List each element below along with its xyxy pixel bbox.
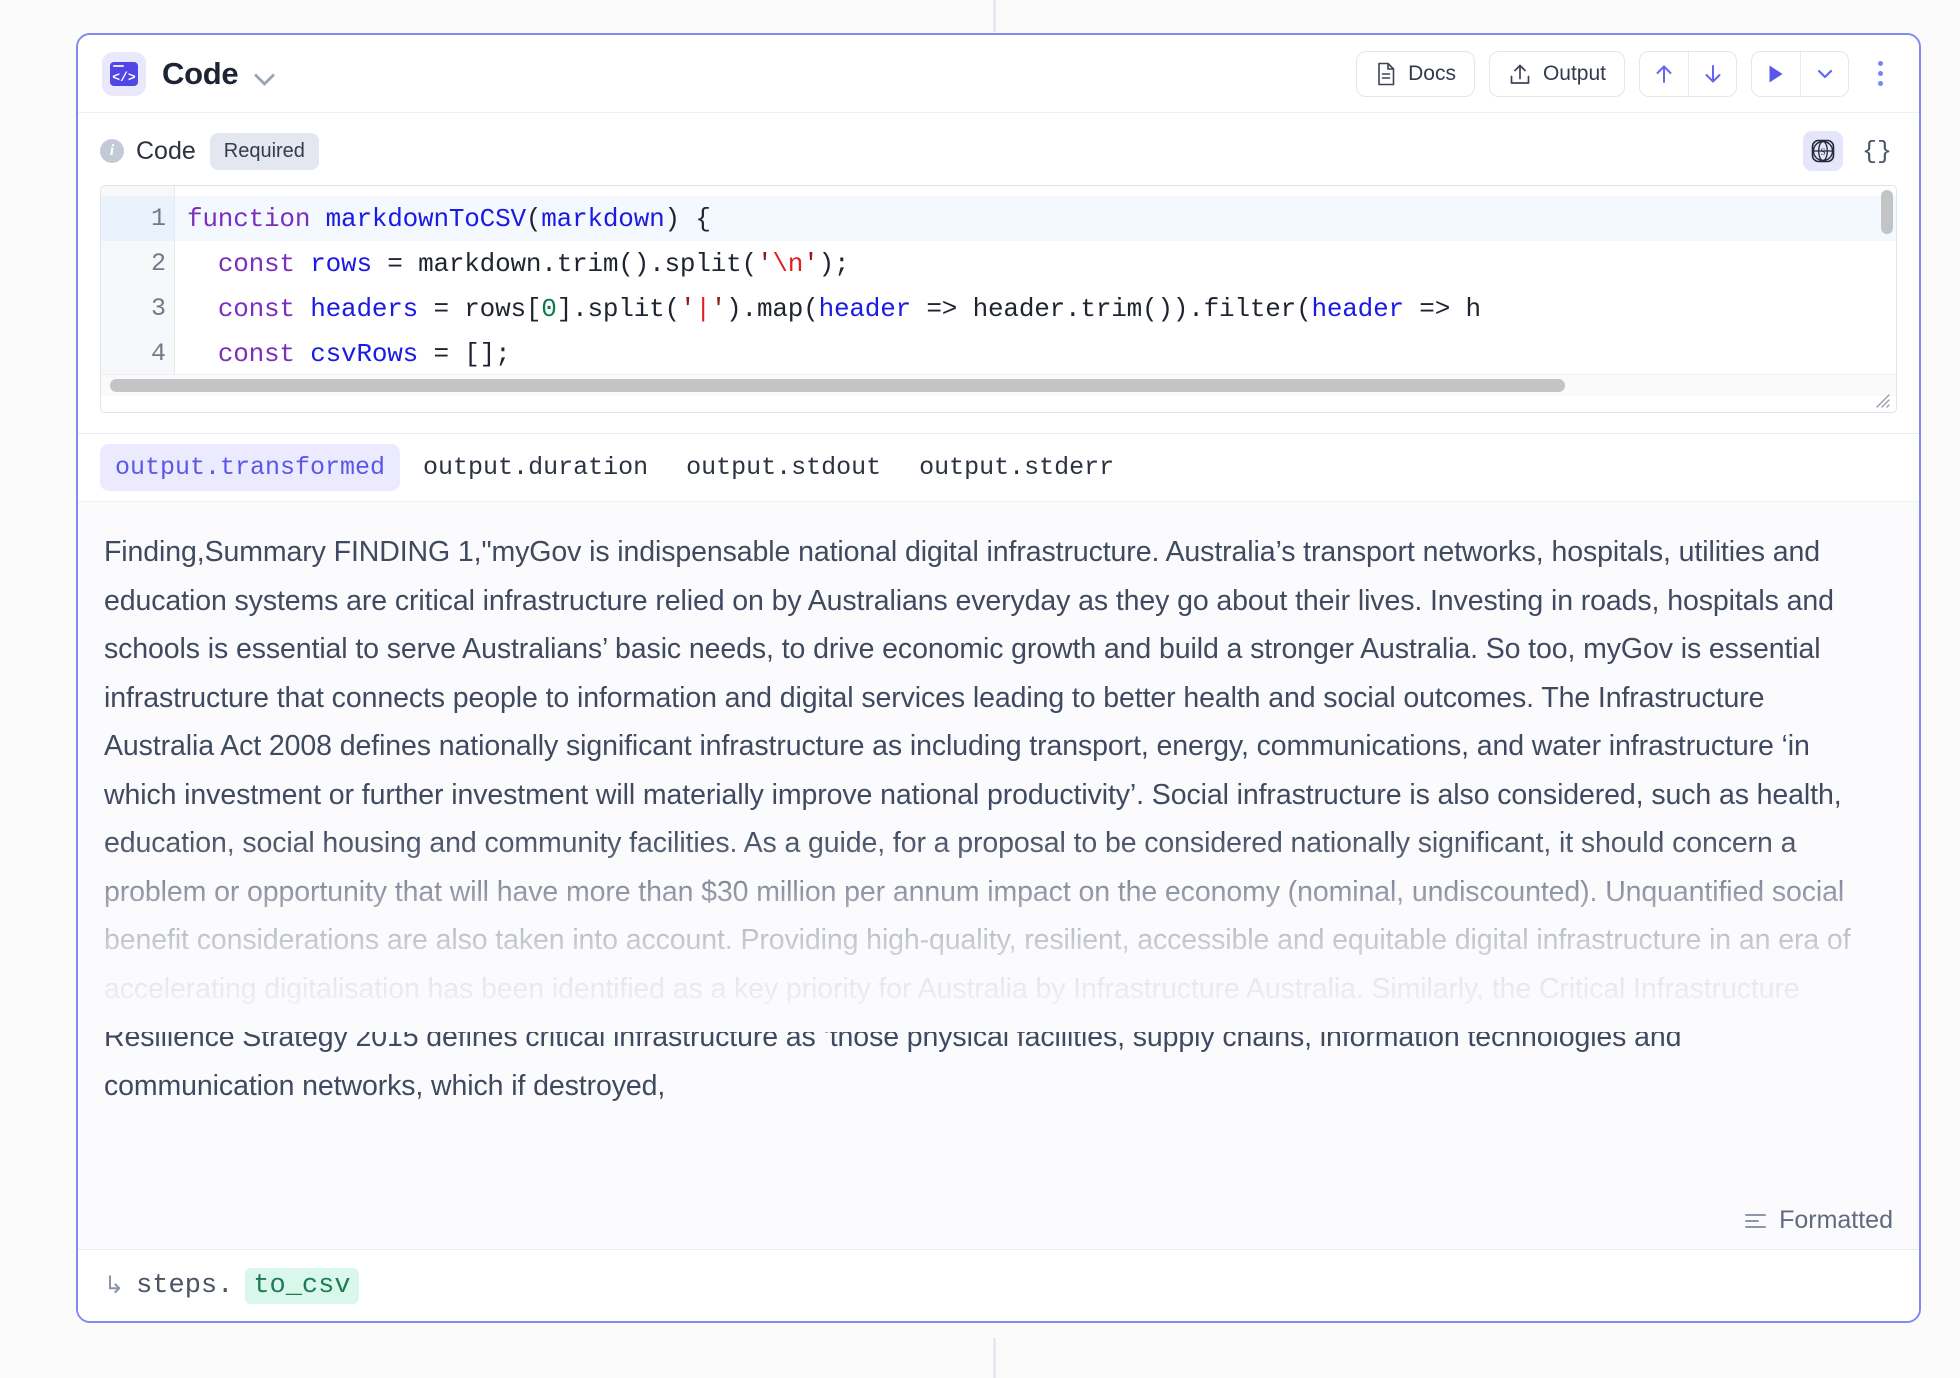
run-options-button[interactable] [1800,52,1848,96]
run-group [1751,51,1849,97]
tab-output-stderr[interactable]: output.stderr [904,444,1129,491]
move-down-button[interactable] [1688,52,1736,96]
play-icon [1766,63,1786,85]
document-icon [1375,62,1397,86]
formatted-toggle[interactable]: Formatted [1745,1206,1893,1235]
json-braces-icon[interactable]: {} [1857,131,1897,171]
tab-output-transformed[interactable]: output.transformed [100,444,400,491]
code-text-area[interactable]: function markdownToCSV(markdown) { const… [175,186,1896,382]
output-label: Output [1543,62,1606,86]
line-number: 1 [101,196,174,241]
flow-connector-top [993,0,996,32]
chevron-down-icon [1814,63,1836,85]
docs-button[interactable]: Docs [1356,51,1475,97]
code-line: const csvRows = []; [175,331,1896,376]
editor-resize-handle[interactable] [1872,390,1890,408]
step-reference-prefix: steps. [136,1271,233,1301]
code-block-icon: </> [102,52,146,96]
format-lines-icon [1745,1214,1766,1228]
docs-label: Docs [1408,62,1456,86]
tab-output-duration[interactable]: output.duration [408,444,663,491]
code-editor[interactable]: 1 2 3 4 5 function markdownToCSV(markdow… [100,185,1897,413]
more-options-button[interactable] [1863,51,1897,97]
editor-horizontal-scrollbar[interactable] [101,374,1896,396]
line-number: 4 [101,331,174,376]
globe-code-icon[interactable]: S [1803,131,1843,171]
tab-output-stdout[interactable]: output.stdout [671,444,896,491]
card-header-left: </> Code [102,52,276,96]
code-step-card: </> Code Docs [76,33,1921,1323]
editor-vertical-scrollbar[interactable] [1881,190,1893,378]
move-up-button[interactable] [1640,52,1688,96]
page-title: Code [162,56,238,92]
editor-horizontal-scroll-thumb[interactable] [110,379,1565,392]
collapse-chevron-icon[interactable] [254,63,276,85]
output-export-icon [1508,62,1532,86]
svg-text:S: S [1820,147,1825,157]
code-field-section: i Code Required S {} [78,113,1919,433]
arrow-up-icon [1653,62,1675,86]
output-tabs: output.transformed output.duration outpu… [78,433,1919,501]
code-editor-rows: 1 2 3 4 5 function markdownToCSV(markdow… [101,186,1896,382]
step-reference-name[interactable]: to_csv [245,1268,358,1304]
code-line: function markdownToCSV(markdown) { [175,196,1896,241]
info-icon[interactable]: i [100,139,124,163]
move-step-group [1639,51,1737,97]
output-panel: Finding,Summary FINDING 1,"myGov is indi… [78,501,1919,1249]
arrow-down-icon [1702,62,1724,86]
code-line: const rows = markdown.trim().split('\n')… [175,241,1896,286]
run-button[interactable] [1752,52,1800,96]
editor-vertical-scroll-thumb[interactable] [1881,190,1893,234]
line-number: 3 [101,286,174,331]
required-badge: Required [210,133,319,170]
formatted-label: Formatted [1779,1206,1893,1235]
code-field-label: Code [136,137,196,166]
card-header-actions: Docs Output [1356,51,1897,97]
output-transformed-text: Finding,Summary FINDING 1,"myGov is indi… [104,528,1879,1110]
code-line: const headers = rows[0].split('|').map(h… [175,286,1896,331]
code-field-mode-toggles: S {} [1803,131,1897,171]
step-reference-footer: ↳ steps. to_csv [78,1249,1919,1321]
line-number: 2 [101,241,174,286]
flow-connector-bottom [993,1338,996,1378]
card-header: </> Code Docs [78,35,1919,113]
code-field-label-row: i Code Required S {} [100,129,1897,173]
output-button[interactable]: Output [1489,51,1625,97]
corner-arrow-icon: ↳ [104,1271,124,1300]
line-number-gutter: 1 2 3 4 5 [101,186,175,382]
